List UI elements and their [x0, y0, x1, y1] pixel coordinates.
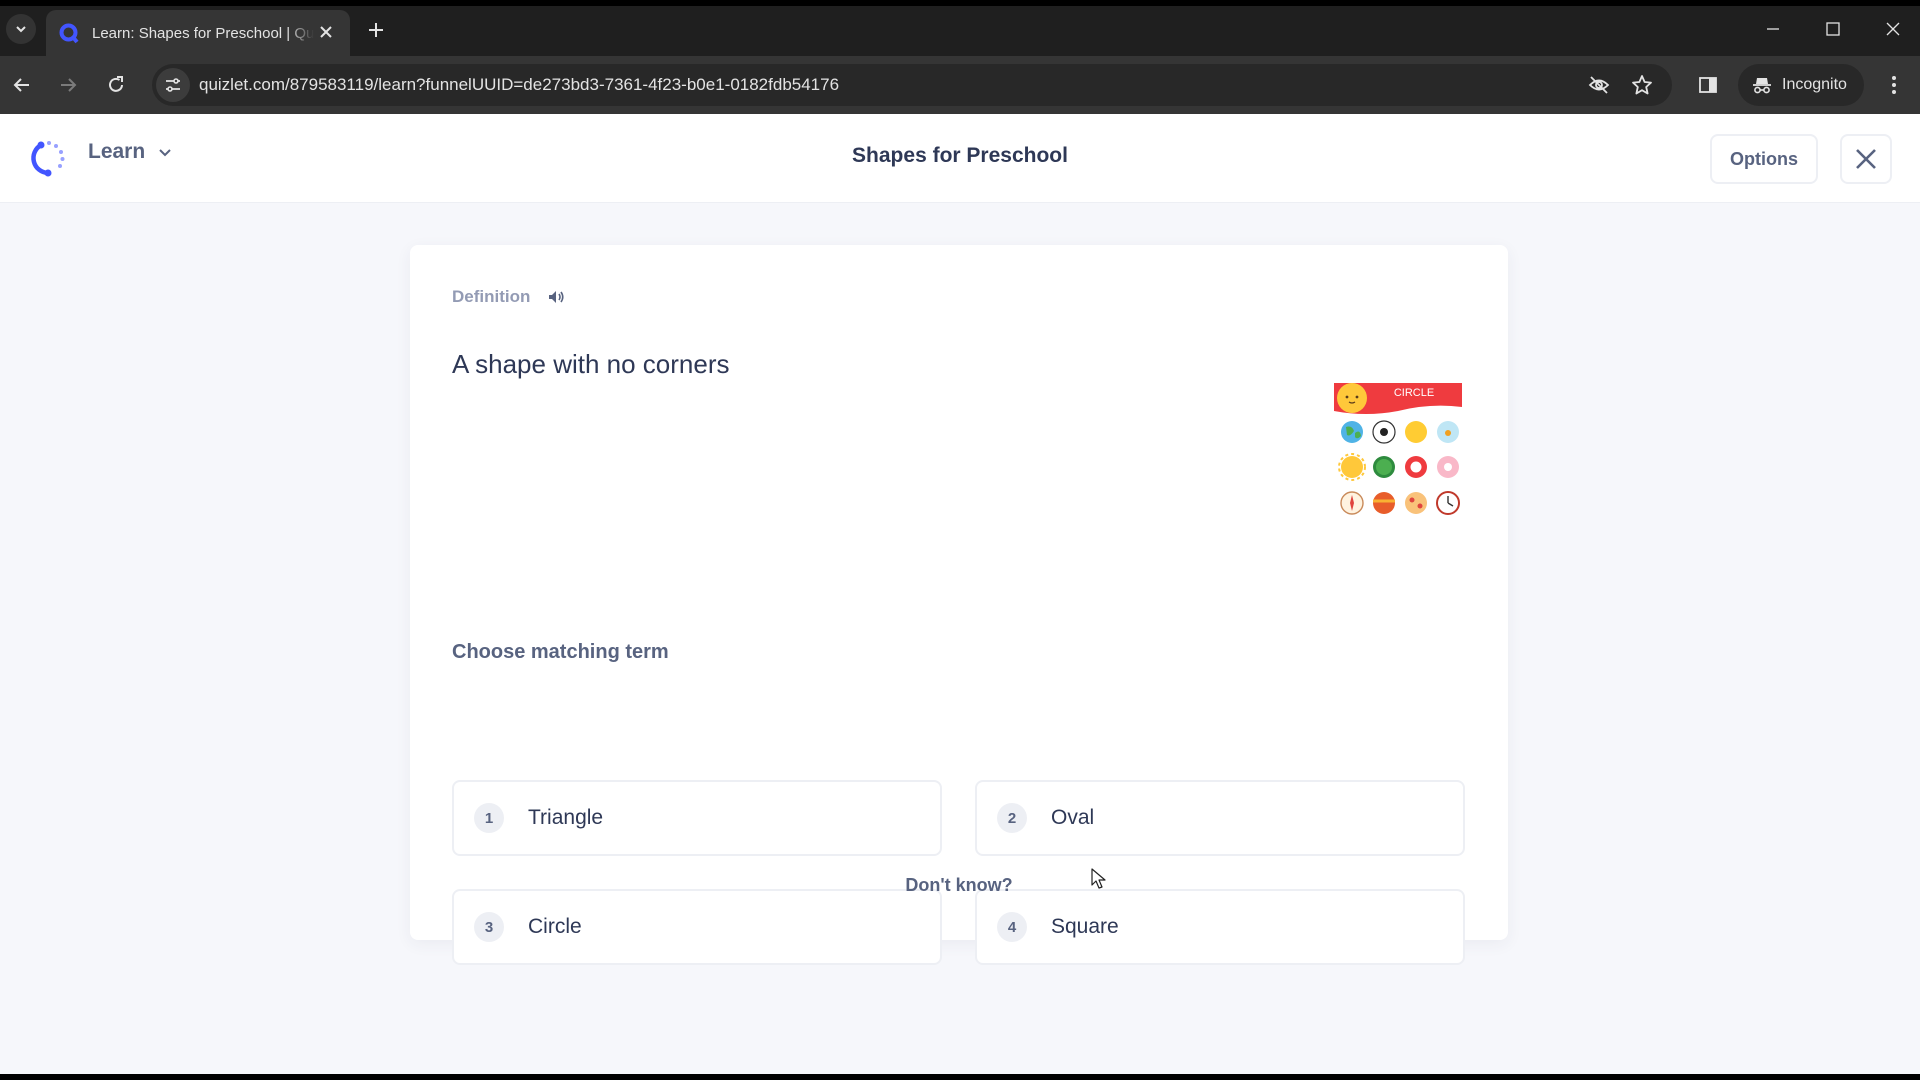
- eye-off-icon: [1588, 76, 1610, 94]
- option-term: Square: [1051, 915, 1119, 938]
- app-header: Learn Shapes for Preschool Options: [0, 114, 1920, 203]
- tab-close-button[interactable]: [316, 22, 336, 42]
- close-icon: [1856, 149, 1876, 169]
- tab-search-button[interactable]: [6, 14, 36, 44]
- tune-icon: [166, 78, 180, 92]
- close-learn-button[interactable]: [1840, 134, 1892, 184]
- option-term: Oval: [1051, 806, 1095, 829]
- prompt-type-label: Definition: [452, 287, 531, 306]
- more-vert-icon: [1892, 76, 1896, 94]
- study-mode-dropdown[interactable]: Learn: [88, 140, 173, 164]
- definition-image[interactable]: CIRCLE: [1330, 381, 1466, 519]
- option-number-badge: 2: [997, 803, 1027, 833]
- definition-text: A shape with no corners: [452, 349, 730, 379]
- minimize-icon: [1767, 28, 1779, 30]
- minimize-button[interactable]: [1753, 14, 1793, 44]
- answer-option-3[interactable]: 3 Circle: [452, 889, 942, 965]
- window-close-button[interactable]: [1873, 14, 1913, 44]
- tracking-protection-button[interactable]: [1587, 73, 1611, 97]
- answer-option-4[interactable]: 4 Square: [975, 889, 1465, 965]
- option-number-badge: 3: [474, 912, 504, 942]
- reload-button[interactable]: [100, 69, 132, 101]
- incognito-label: Incognito: [1782, 76, 1847, 93]
- options-label: Options: [1730, 148, 1798, 169]
- chevron-down-icon: [16, 26, 26, 33]
- speaker-icon: [549, 291, 564, 303]
- side-panel-button[interactable]: [1694, 71, 1722, 99]
- option-term: Circle: [528, 915, 582, 938]
- browser-toolbar: quizlet.com/879583119/learn?funnelUUID=d…: [0, 56, 1920, 114]
- chevron-down-icon: [157, 144, 173, 160]
- incognito-icon: [1753, 78, 1771, 94]
- shape-grid: [1338, 420, 1460, 515]
- answer-option-1[interactable]: 1 Triangle: [452, 780, 942, 856]
- side-panel-icon: [1699, 77, 1717, 93]
- forward-button[interactable]: [52, 69, 84, 101]
- incognito-indicator[interactable]: Incognito: [1738, 64, 1864, 106]
- tab-title: Learn: Shapes for Preschool | Quizlet: [92, 24, 314, 42]
- site-info-button[interactable]: [156, 68, 190, 102]
- quizlet-q-icon: [58, 22, 80, 44]
- url-text[interactable]: quizlet.com/879583119/learn?funnelUUID=d…: [199, 75, 839, 95]
- quizlet-logo[interactable]: [28, 138, 68, 178]
- study-mode-label: Learn: [88, 140, 146, 163]
- arrow-right-icon: [61, 78, 77, 92]
- maximize-button[interactable]: [1813, 14, 1853, 44]
- dont-know-row: Don't know?: [410, 875, 1508, 896]
- speaker-button[interactable]: [546, 287, 566, 307]
- mouse-cursor-icon: [1091, 868, 1106, 889]
- learn-mode-icon: [31, 141, 65, 177]
- dont-know-button[interactable]: Don't know?: [905, 875, 1012, 895]
- options-button[interactable]: Options: [1710, 134, 1818, 184]
- new-tab-button[interactable]: [364, 18, 388, 42]
- arrow-left-icon: [13, 78, 29, 92]
- star-icon: [1632, 75, 1652, 95]
- close-icon: [1886, 22, 1900, 36]
- address-bar[interactable]: quizlet.com/879583119/learn?funnelUUID=d…: [152, 64, 1672, 106]
- option-number-badge: 4: [997, 912, 1027, 942]
- set-title: Shapes for Preschool: [852, 144, 1068, 167]
- reload-icon: [109, 76, 123, 92]
- browser-tab-bar: Learn: Shapes for Preschool | Quizlet: [0, 6, 1920, 56]
- bookmark-button[interactable]: [1630, 73, 1654, 97]
- back-button[interactable]: [6, 69, 38, 101]
- option-term: Triangle: [528, 806, 604, 829]
- banner-text: CIRCLE: [1394, 387, 1434, 399]
- close-icon: [320, 26, 332, 38]
- prompt-header: Definition: [452, 287, 566, 307]
- question-card: Definition A shape with no corners CIRCL…: [410, 245, 1508, 965]
- plus-icon: [369, 23, 383, 37]
- maximize-icon: [1826, 22, 1840, 36]
- answer-option-2[interactable]: 2 Oval: [975, 780, 1465, 856]
- choose-matching-term-label: Choose matching term: [452, 641, 669, 663]
- browser-tab-active[interactable]: Learn: Shapes for Preschool | Quizlet: [46, 10, 350, 56]
- screen-bottom-edge: [0, 1074, 1920, 1080]
- option-number-badge: 1: [474, 803, 504, 833]
- circle-banner: CIRCLE: [1334, 383, 1462, 414]
- browser-menu-button[interactable]: [1880, 71, 1908, 99]
- learn-page: Learn Shapes for Preschool Options Defin…: [0, 114, 1920, 1074]
